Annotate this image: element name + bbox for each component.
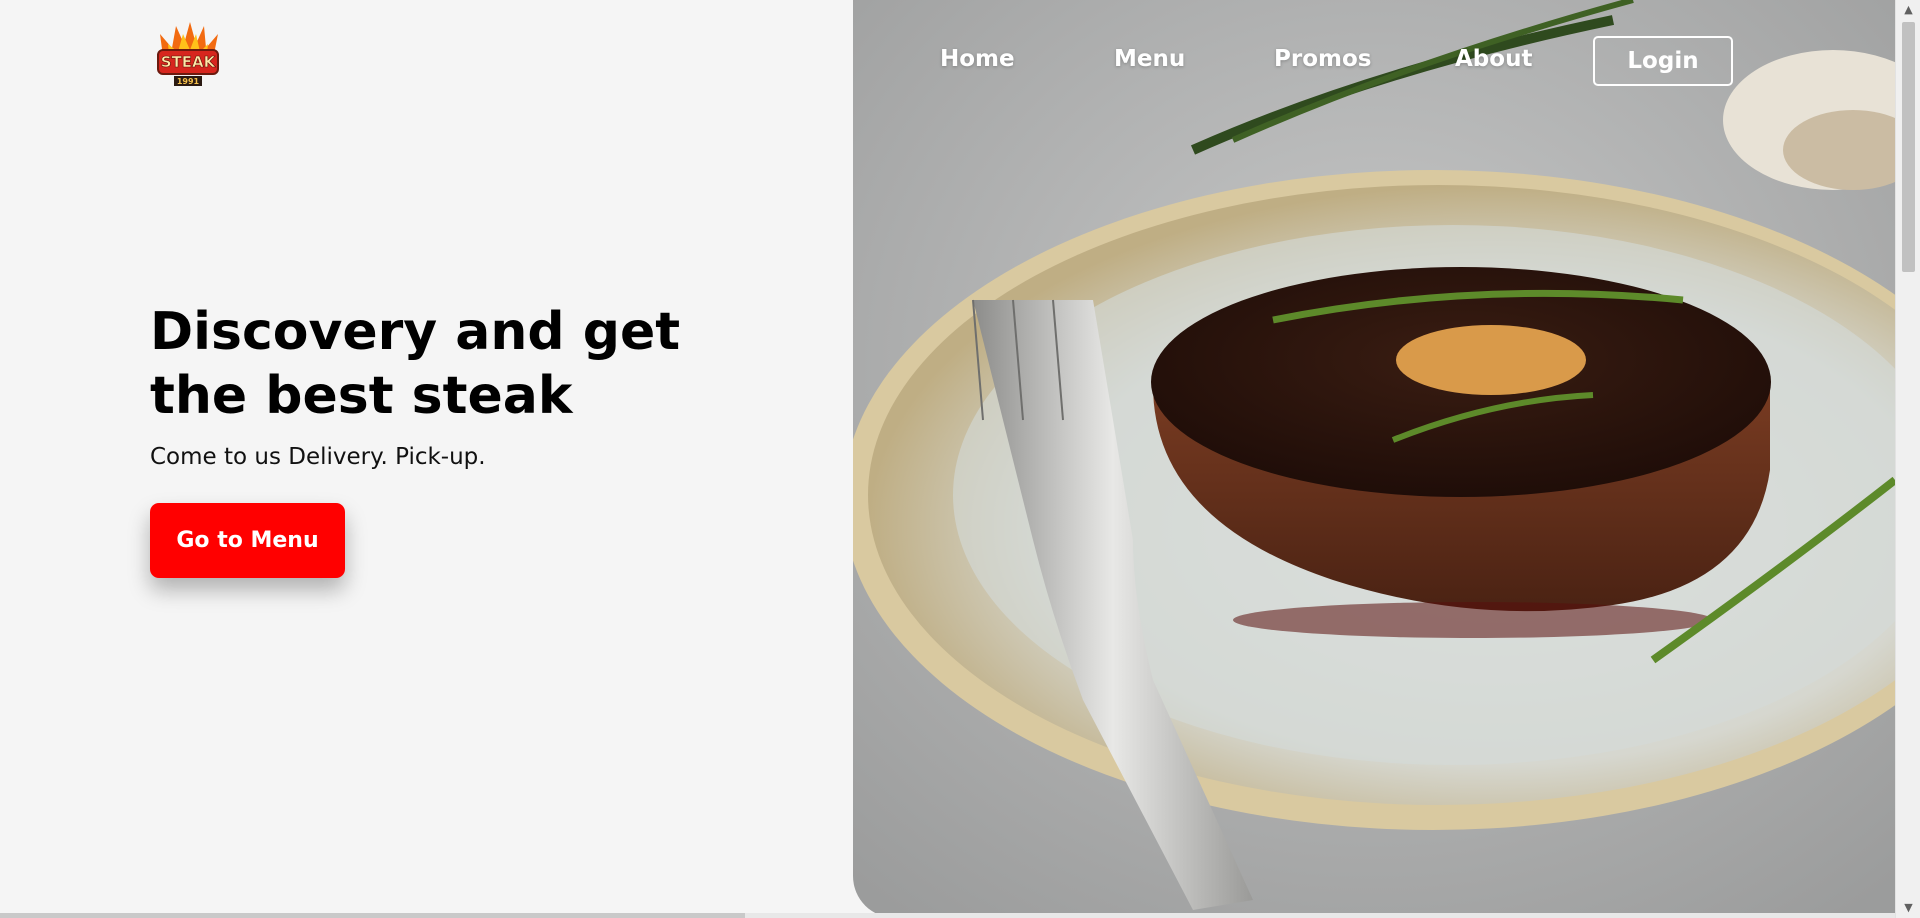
hero-panel: STEAK 1991 Discovery and get the best st…	[0, 0, 853, 918]
hero-title: Discovery and get the best steak	[150, 300, 750, 428]
hero-steak-photo	[853, 0, 1895, 918]
chevron-down-icon[interactable]: ▼	[1896, 898, 1920, 918]
vertical-scrollbar[interactable]: ▲ ▼	[1895, 0, 1920, 918]
nav-promos-link[interactable]: Promos	[1274, 46, 1371, 72]
scroll-thumb[interactable]	[1902, 22, 1915, 272]
nav-home-link[interactable]: Home	[940, 46, 1015, 72]
nav-about-link[interactable]: About	[1455, 46, 1532, 72]
chevron-up-icon[interactable]: ▲	[1896, 0, 1920, 20]
hero-title-line2: the best steak	[150, 366, 573, 426]
nav-menu-link[interactable]: Menu	[1114, 46, 1185, 72]
hero-title-line1: Discovery and get	[150, 302, 681, 362]
login-button[interactable]: Login	[1593, 36, 1733, 86]
hero-subtitle: Come to us Delivery. Pick-up.	[150, 444, 486, 470]
horizontal-scrollbar[interactable]	[0, 913, 1895, 918]
top-navigation: Home Menu Promos About Login	[0, 36, 1920, 86]
horizontal-scroll-thumb[interactable]	[0, 913, 745, 918]
steak-plate-image	[853, 0, 1895, 918]
go-to-menu-button[interactable]: Go to Menu	[150, 503, 345, 578]
